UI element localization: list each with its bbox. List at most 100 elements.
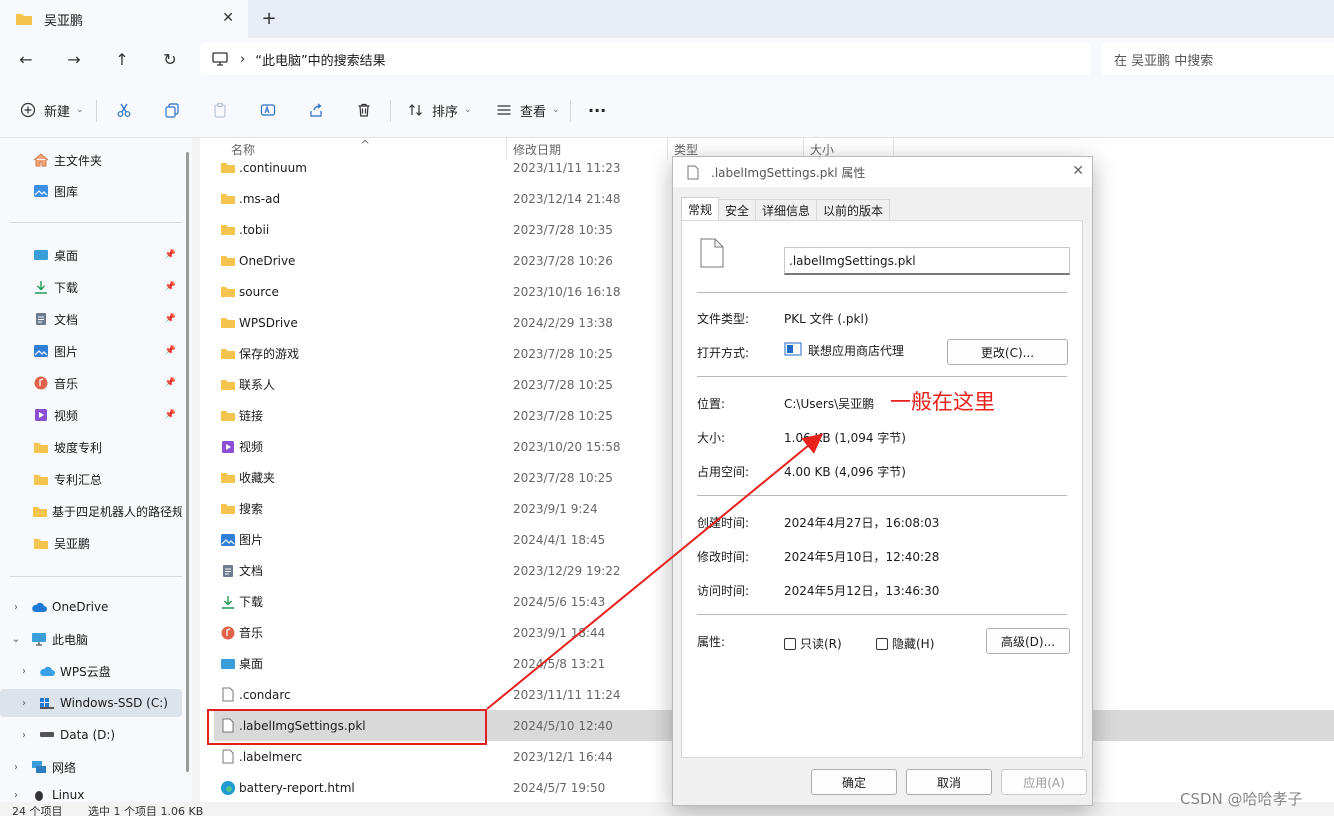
accessed-label: 访问时间: [697,584,750,598]
file-name: 音乐 [239,626,264,640]
sidebar-item-downloads[interactable]: 下载 📌 [0,273,182,301]
folder-icon [32,471,50,487]
cancel-button[interactable]: 取消 [906,769,992,795]
tab-strip: 吴亚鹏 ✕ + [0,0,1334,38]
sidebar-scrollbar[interactable] [186,152,189,772]
refresh-icon[interactable]: ↻ [158,48,182,72]
new-tab-button[interactable]: + [258,8,280,30]
sidebar-item-onedrive[interactable]: › OneDrive [0,593,182,621]
delete-button[interactable] [354,98,374,122]
file-date: 2023/7/28 10:25 [513,346,613,361]
folder-icon [220,470,236,486]
sidebar-item-gallery[interactable]: 图库 [0,177,182,205]
new-button-label: 新建 [44,104,71,120]
sidebar-item-pictures[interactable]: 图片 📌 [0,337,182,365]
advanced-button[interactable]: 高级(D)... [986,628,1070,654]
sidebar-item-desktop[interactable]: 桌面 📌 [0,241,182,269]
sidebar-item-drive-c[interactable]: › Windows-SSD (C:) [0,689,182,717]
tab-security[interactable]: 安全 [718,199,757,221]
sidebar-item-label: 网络 [52,760,77,775]
close-icon[interactable]: ✕ [1072,163,1084,179]
cut-button[interactable] [114,98,134,122]
sidebar-item-network[interactable]: › 网络 [0,753,182,781]
sidebar-item-home[interactable]: 主文件夹 [0,146,182,174]
file-name: OneDrive [239,253,296,268]
cloud-icon [30,599,48,615]
address-bar[interactable]: › “此电脑”中的搜索结果 [200,43,1090,75]
file-date: 2024/4/1 18:45 [513,532,606,547]
file-name: 链接 [239,409,264,423]
sidebar-item-label: 下载 [54,280,79,295]
file-date: 2023/7/28 10:25 [513,470,613,485]
video-icon [220,439,236,455]
view-button[interactable]: 查看 ⌄ [494,98,560,122]
dialog-titlebar[interactable]: .labelImgSettings.pkl 属性 ✕ [673,157,1092,187]
sidebar-item-folder[interactable]: 坡度专利 [0,433,182,461]
tab-title: 吴亚鹏 [44,13,84,29]
gallery-icon [32,183,50,199]
file-name: .labelmerc [239,749,303,764]
file-date: 2023/9/1 18:44 [513,625,606,640]
music-icon [220,625,236,641]
file-name: .condarc [239,687,291,702]
linux-icon [30,787,48,803]
share-button[interactable] [306,98,326,122]
sidebar-item-folder[interactable]: 基于四足机器人的路径规 [0,497,182,525]
pin-icon: 📌 [164,378,176,388]
sidebar-item-music[interactable]: 音乐 📌 [0,369,182,397]
apply-button[interactable]: 应用(A) [1001,769,1087,795]
file-date: 2024/5/7 19:50 [513,780,606,795]
copy-button[interactable] [162,98,182,122]
change-button[interactable]: 更改(C)... [947,339,1068,365]
hidden-checkbox[interactable]: 隐藏(H) [876,635,934,652]
tab-close-button[interactable]: ✕ [222,10,234,26]
sidebar-item-label: 桌面 [54,248,79,263]
tab-general[interactable]: 常规 [681,197,720,221]
readonly-checkbox[interactable]: 只读(R) [784,635,842,652]
desktop-icon [32,247,50,263]
desktop-icon [220,656,236,672]
size-label: 大小: [697,431,726,445]
folder-icon [32,503,48,519]
sidebar-item-label: Data (D:) [60,728,116,742]
sidebar-item-documents[interactable]: 文档 📌 [0,305,182,333]
edge-icon [220,780,236,796]
sidebar-item-drive-d[interactable]: › Data (D:) [0,721,182,749]
up-icon[interactable]: ↑ [110,48,134,72]
document-icon [220,563,236,579]
search-input[interactable]: 在 吴亚鹏 中搜索 [1102,43,1334,75]
folder-icon [220,501,236,517]
folder-icon [220,346,236,362]
filename-field[interactable]: .labelImgSettings.pkl [784,247,1070,275]
more-options-button[interactable]: ··· [588,98,606,122]
sidebar-item-folder[interactable]: 专利汇总 [0,465,182,493]
sort-button[interactable]: 排序 ⌄ [406,98,472,122]
tab-previous-versions[interactable]: 以前的版本 [816,199,891,221]
divider [570,100,571,122]
folder-icon [220,160,236,176]
sidebar-item-label: 音乐 [54,376,79,391]
sidebar-item-videos[interactable]: 视频 📌 [0,401,182,429]
home-icon [32,152,50,168]
back-icon[interactable]: ← [14,48,38,72]
sidebar-item-label: 此电脑 [52,632,89,647]
chevron-down-icon: ⌄ [464,105,472,115]
sidebar-item-folder[interactable]: 吴亚鹏 [0,529,182,557]
new-button[interactable]: 新建 ⌄ [18,98,84,122]
folder-icon [220,253,236,269]
download-icon [220,594,236,610]
chevron-right-icon: › [22,665,26,677]
tab-current[interactable]: 吴亚鹏 ✕ [0,0,248,38]
forward-icon[interactable]: → [62,48,86,72]
rename-button[interactable] [258,98,278,122]
paste-button[interactable] [210,98,230,122]
file-date: 2023/7/28 10:26 [513,253,613,268]
sidebar-item-this-pc[interactable]: ⌄ 此电脑 [0,625,182,653]
windows-drive-icon [38,695,56,711]
sidebar-item-wps-cloud[interactable]: › WPS云盘 [0,657,182,685]
sidebar-item-label: Windows-SSD (C:) [60,696,168,710]
tab-details[interactable]: 详细信息 [755,199,818,221]
sort-icon [406,100,426,120]
ok-button[interactable]: 确定 [811,769,897,795]
file-date: 2024/2/29 13:38 [513,315,613,330]
